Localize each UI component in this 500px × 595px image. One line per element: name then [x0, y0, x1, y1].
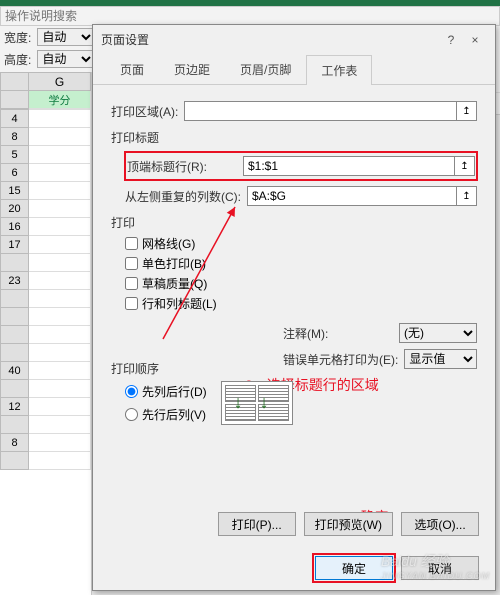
cell[interactable]	[29, 308, 91, 326]
cell[interactable]	[29, 344, 91, 362]
cell[interactable]	[29, 164, 91, 182]
left-cols-label: 从左侧重复的列数(C):	[125, 188, 241, 205]
tab-page[interactable]: 页面	[105, 54, 159, 84]
column-header-g[interactable]: G	[29, 73, 91, 91]
cell[interactable]	[29, 434, 91, 452]
cell[interactable]	[29, 362, 91, 380]
tab-margins[interactable]: 页边距	[159, 54, 225, 84]
row-header[interactable]: 15	[1, 182, 29, 200]
print-titles-section: 打印标题	[111, 129, 477, 146]
row-header[interactable]: 4	[1, 110, 29, 128]
row-header[interactable]: 6	[1, 164, 29, 182]
row-header[interactable]: 8	[1, 434, 29, 452]
row-header[interactable]	[1, 416, 29, 434]
preview-button[interactable]: 打印预览(W)	[304, 512, 393, 536]
row-header[interactable]: 23	[1, 272, 29, 290]
annotation-4: 4、确定	[339, 507, 389, 512]
cell[interactable]	[29, 452, 91, 470]
gridlines-print-checkbox[interactable]	[125, 237, 138, 250]
row-header[interactable]: 5	[1, 146, 29, 164]
close-button[interactable]: ×	[463, 33, 487, 47]
header-cell[interactable]: 学分	[29, 91, 91, 109]
top-rows-row: 顶端标题行(R): ↥	[125, 152, 477, 180]
top-rows-label: 顶端标题行(R):	[127, 158, 237, 175]
row-header[interactable]	[1, 326, 29, 344]
order-over-label: 先行后列(V)	[142, 406, 206, 423]
order-down-radio[interactable]	[125, 385, 138, 398]
row-header[interactable]: 16	[1, 218, 29, 236]
cell[interactable]	[29, 146, 91, 164]
row-header[interactable]	[1, 254, 29, 272]
order-down-label: 先列后行(D)	[142, 383, 207, 400]
cell[interactable]	[29, 110, 91, 128]
row-header[interactable]	[1, 344, 29, 362]
cell[interactable]	[29, 380, 91, 398]
errors-select[interactable]: 显示值	[404, 349, 477, 369]
row-header[interactable]: 8	[1, 128, 29, 146]
tab-headerfooter[interactable]: 页眉/页脚	[225, 54, 306, 84]
print-section: 打印	[111, 214, 477, 231]
mono-label: 单色打印(B)	[142, 255, 206, 272]
width-select[interactable]: 自动	[37, 28, 95, 46]
mono-checkbox[interactable]	[125, 257, 138, 270]
tab-sheet[interactable]: 工作表	[306, 55, 372, 85]
order-preview-image: ↓ ↓	[221, 381, 293, 425]
cell[interactable]	[29, 326, 91, 344]
watermark: Baidu 经验 JINGYAN.BAIDU.COM	[381, 551, 490, 581]
cell[interactable]	[29, 182, 91, 200]
left-cols-input[interactable]	[247, 186, 457, 206]
row-header[interactable]	[1, 380, 29, 398]
rowcol-checkbox[interactable]	[125, 297, 138, 310]
cell[interactable]	[29, 236, 91, 254]
options-button[interactable]: 选项(O)...	[401, 512, 479, 536]
cell[interactable]	[29, 416, 91, 434]
page-setup-dialog: 页面设置 ? × 页面 页边距 页眉/页脚 工作表 打印区域(A): ↥ 打印标…	[92, 24, 496, 591]
height-label: 高度:	[4, 51, 31, 68]
draft-checkbox[interactable]	[125, 277, 138, 290]
print-button[interactable]: 打印(P)...	[218, 512, 296, 536]
cell[interactable]	[29, 200, 91, 218]
cell[interactable]	[29, 128, 91, 146]
row-header[interactable]	[1, 452, 29, 470]
comments-label: 注释(M):	[283, 325, 393, 342]
worksheet-grid[interactable]: G 学分 4856152016172340128	[0, 72, 92, 595]
row-header[interactable]	[1, 290, 29, 308]
gridlines-print-label: 网格线(G)	[142, 235, 195, 252]
row-header[interactable]: 12	[1, 398, 29, 416]
cell[interactable]	[29, 290, 91, 308]
order-over-radio[interactable]	[125, 408, 138, 421]
row-header[interactable]: 17	[1, 236, 29, 254]
row-header[interactable]	[1, 308, 29, 326]
dialog-tabs: 页面 页边距 页眉/页脚 工作表	[93, 54, 495, 85]
top-rows-input[interactable]	[243, 156, 455, 176]
collapse-icon: ↥	[462, 191, 470, 202]
help-button[interactable]: ?	[439, 33, 463, 47]
errors-label: 错误单元格打印为(E):	[283, 351, 398, 368]
dialog-title: 页面设置	[101, 31, 149, 48]
tell-me-search[interactable]	[0, 6, 500, 26]
row-header[interactable]: 20	[1, 200, 29, 218]
cell[interactable]	[29, 272, 91, 290]
width-label: 宽度:	[4, 29, 31, 46]
cell[interactable]	[29, 218, 91, 236]
comments-select[interactable]: (无)	[399, 323, 477, 343]
cell[interactable]	[29, 254, 91, 272]
cell[interactable]	[29, 398, 91, 416]
print-area-label: 打印区域(A):	[111, 103, 178, 120]
collapse-icon: ↥	[460, 161, 468, 172]
height-select[interactable]: 自动	[37, 50, 95, 68]
top-rows-ref-button[interactable]: ↥	[455, 156, 475, 176]
print-area-input[interactable]	[184, 101, 457, 121]
print-area-ref-button[interactable]: ↥	[457, 101, 477, 121]
rowcol-label: 行和列标题(L)	[142, 295, 217, 312]
draft-label: 草稿质量(Q)	[142, 275, 207, 292]
collapse-icon: ↥	[462, 106, 470, 117]
left-cols-ref-button[interactable]: ↥	[457, 186, 477, 206]
row-header[interactable]: 40	[1, 362, 29, 380]
